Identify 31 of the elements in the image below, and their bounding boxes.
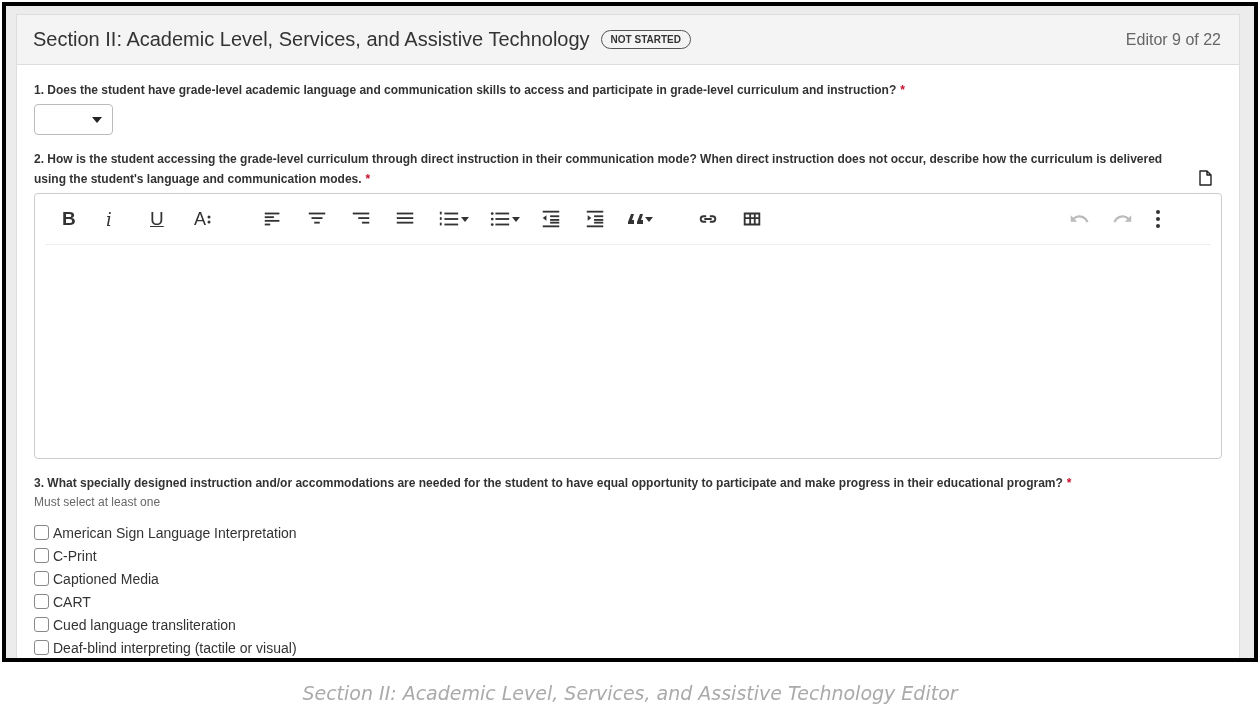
caret-icon — [92, 116, 102, 123]
question-text: 3. What specially designed instruction and/or accommodations are needed for the student to have equal opportunity to participate and make progress in their educational program? * — [34, 475, 1072, 492]
italic-button[interactable]: i — [103, 204, 133, 234]
checkbox[interactable] — [34, 525, 49, 540]
indent-icon — [584, 208, 606, 230]
dropdown-field[interactable] — [34, 104, 113, 135]
checkbox[interactable] — [34, 594, 49, 609]
checkbox-option[interactable]: Cued language transliteration — [34, 613, 1222, 636]
checkbox[interactable] — [34, 548, 49, 563]
hint-text: Must select at least one — [34, 495, 162, 509]
question-text: 2. How is the student accessing the grade-level curriculum through direct instruction in their communication mode? When direct instruction does not occur, describe how the curriculum is delivered using the student's language and communication modes. * — [34, 151, 1164, 188]
editor-counter: Editor 9 of 22 — [1125, 30, 1221, 49]
checkbox-option[interactable]: CART — [34, 590, 1222, 613]
checkbox[interactable] — [34, 640, 49, 655]
dots-icon — [207, 213, 211, 225]
font-size-button[interactable]: A — [191, 204, 221, 234]
question-text: 1. Does the student have grade-level academic language and communication skills to access and participate in grade-level curriculum and instruction? * — [34, 82, 905, 99]
underline-button[interactable]: U — [147, 204, 177, 234]
more-icon — [1156, 210, 1160, 228]
checkbox-option[interactable]: American Sign Language Interpretation — [34, 521, 1222, 544]
document-icon[interactable] — [1199, 170, 1212, 186]
outdent-icon — [540, 208, 562, 230]
bold-button[interactable]: B — [59, 204, 89, 234]
text-editor[interactable]: B i U A — [34, 193, 1222, 459]
checkbox-option[interactable]: Captioned Media — [34, 567, 1222, 590]
checkbox-option[interactable]: C-Print — [34, 544, 1222, 567]
section-title: Section II: Academic Level, Services, and Assistive Technology — [33, 28, 590, 51]
checkbox[interactable] — [34, 617, 49, 632]
checkbox[interactable] — [34, 571, 49, 586]
figure-caption: Section II: Academic Level, Services, and Assistive Technology Editor — [302, 682, 958, 704]
checkbox-option[interactable]: Deaf-blind interpreting (tactile or visual) — [34, 636, 1222, 658]
